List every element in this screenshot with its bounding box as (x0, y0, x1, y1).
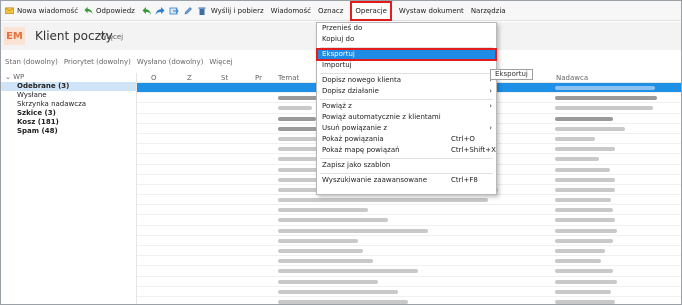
chevron-right-icon: › (489, 87, 492, 95)
menu-item-shortcut: Ctrl+F8 (451, 176, 478, 184)
menu-item-move-to[interactable]: Przenieś do (317, 23, 496, 34)
menu-item-link-map[interactable]: Pokaż mapę powiązań Ctrl+Shift+X (317, 145, 496, 156)
filter-priority[interactable]: Priorytet (dowolny) (64, 58, 131, 66)
menu-item-label: Zapisz jako szablon (322, 161, 391, 169)
column-header[interactable]: Temat (278, 74, 299, 82)
menu-item-label: Pokaż mapę powiązań (322, 146, 400, 154)
filter-more[interactable]: Więcej (209, 58, 232, 66)
menu-item-copy-to[interactable]: Kopiuj do (317, 34, 496, 45)
folder-trash[interactable]: Kosz (181) (1, 118, 137, 127)
forward-button[interactable] (155, 5, 166, 16)
edit-button[interactable] (183, 5, 194, 16)
table-row[interactable] (137, 277, 681, 287)
forward-attachment-button[interactable] (169, 5, 180, 16)
menu-item-link-with[interactable]: Powiąż z › (317, 101, 496, 112)
column-header[interactable]: St (221, 74, 228, 82)
folder-drafts[interactable]: Szkice (3) (1, 109, 137, 118)
folder-tree: ⌄ WP Odebrane (3) Wysłane Skrzynka nadaw… (1, 73, 137, 304)
attachment-forward-icon (169, 7, 179, 14)
delete-icon (198, 7, 206, 15)
reply-icon (84, 6, 93, 15)
menu-item-label: Eksportuj (322, 50, 355, 58)
collapse-icon[interactable]: ⌄ (5, 73, 13, 81)
new-message-icon (5, 7, 14, 14)
new-message-label: Nowa wiadomość (17, 6, 79, 15)
menu-item-add-client[interactable]: Dopisz nowego klienta › (317, 75, 496, 86)
chevron-right-icon: › (489, 124, 492, 132)
menu-item-label: Importuj (322, 61, 352, 69)
folder-spam[interactable]: Spam (48) (1, 127, 137, 136)
send-receive-button[interactable]: Wyślij i pobierz (211, 1, 264, 21)
column-header[interactable]: Nadawca (556, 74, 588, 82)
table-row[interactable] (137, 266, 681, 277)
table-row[interactable] (137, 256, 681, 267)
menu-operations[interactable]: Operacje (350, 1, 392, 21)
app-badge: EM (4, 27, 25, 45)
menu-tools[interactable]: Narzędzia (471, 1, 506, 21)
menu-item-label: Dopisz nowego klienta (322, 76, 402, 84)
reply-all-button[interactable] (141, 5, 152, 16)
menu-message[interactable]: Wiadomość (271, 1, 311, 21)
tree-root[interactable]: ⌄ WP (1, 73, 137, 82)
table-row[interactable] (137, 195, 681, 206)
column-header[interactable]: O (151, 74, 157, 82)
reply-label: Odpowiedz (96, 6, 135, 15)
folder-outbox[interactable]: Skrzynka nadawcza (1, 100, 137, 109)
menu-item-advanced-search[interactable]: Wyszukiwanie zaawansowane Ctrl+F8 (317, 175, 496, 186)
menu-item-remove-link[interactable]: Usuń powiązanie z › (317, 123, 496, 134)
menu-item-label: Dopisz działanie (322, 87, 379, 95)
reply-button[interactable]: Odpowiedz (84, 1, 135, 21)
new-message-button[interactable]: Nowa wiadomość (5, 1, 78, 21)
menu-item-save-template[interactable]: Zapisz jako szablon (317, 160, 496, 171)
menu-item-add-activity[interactable]: Dopisz działanie › (317, 86, 496, 97)
table-row[interactable] (137, 297, 681, 304)
menu-mark[interactable]: Oznacz (318, 1, 343, 21)
operations-menu: Przenieś do Kopiuj do Eksportuj Importuj… (316, 22, 497, 195)
table-row[interactable] (137, 205, 681, 216)
tree-root-label: WP (13, 73, 25, 81)
menu-item-label: Pokaż powiązania (322, 135, 384, 143)
toolbar: Nowa wiadomość Odpowiedz Wyślij i pobier… (1, 1, 681, 21)
delete-button[interactable] (197, 5, 208, 16)
menu-item-shortcut: Ctrl+O (451, 135, 475, 143)
table-row[interactable] (137, 215, 681, 226)
column-header[interactable]: Pr (255, 74, 262, 82)
menu-item-show-links[interactable]: Pokaż powiązania Ctrl+O (317, 134, 496, 145)
menu-item-label: Kopiuj do (322, 35, 355, 43)
column-header[interactable]: Z (187, 74, 192, 82)
chevron-right-icon: › (489, 102, 492, 110)
menu-item-label: Powiąż automatycznie z klientami (322, 113, 441, 121)
menu-item-label: Usuń powiązanie z (322, 124, 388, 132)
table-row[interactable] (137, 226, 681, 236)
table-row[interactable] (137, 236, 681, 246)
edit-icon (184, 6, 193, 14)
reply-all-icon (142, 6, 152, 15)
menu-item-label: Wyszukiwanie zaawansowane (322, 176, 428, 184)
filter-status[interactable]: Stan (dowolny) (5, 58, 58, 66)
table-row[interactable] (137, 246, 681, 257)
menu-item-import[interactable]: Importuj (317, 60, 496, 71)
menu-item-shortcut: Ctrl+Shift+X (451, 146, 496, 154)
forward-icon (155, 6, 165, 15)
menu-item-label: Powiąż z (322, 102, 352, 110)
tooltip: Eksportuj (490, 69, 533, 80)
table-row[interactable] (137, 287, 681, 297)
menu-issue-document[interactable]: Wystaw dokument (399, 1, 464, 21)
menu-item-export[interactable]: Eksportuj (316, 48, 497, 61)
menu-item-auto-link[interactable]: Powiąż automatycznie z klientami (317, 112, 496, 123)
folder-sent[interactable]: Wysłane (1, 91, 137, 100)
folder-inbox[interactable]: Odebrane (3) (1, 82, 137, 91)
more-link[interactable]: Więcej (100, 33, 123, 41)
app-window: Nowa wiadomość Odpowiedz Wyślij i pobier… (0, 0, 682, 305)
menu-item-label: Przenieś do (322, 24, 363, 32)
filter-sent[interactable]: Wysłano (dowolny) (137, 58, 204, 66)
